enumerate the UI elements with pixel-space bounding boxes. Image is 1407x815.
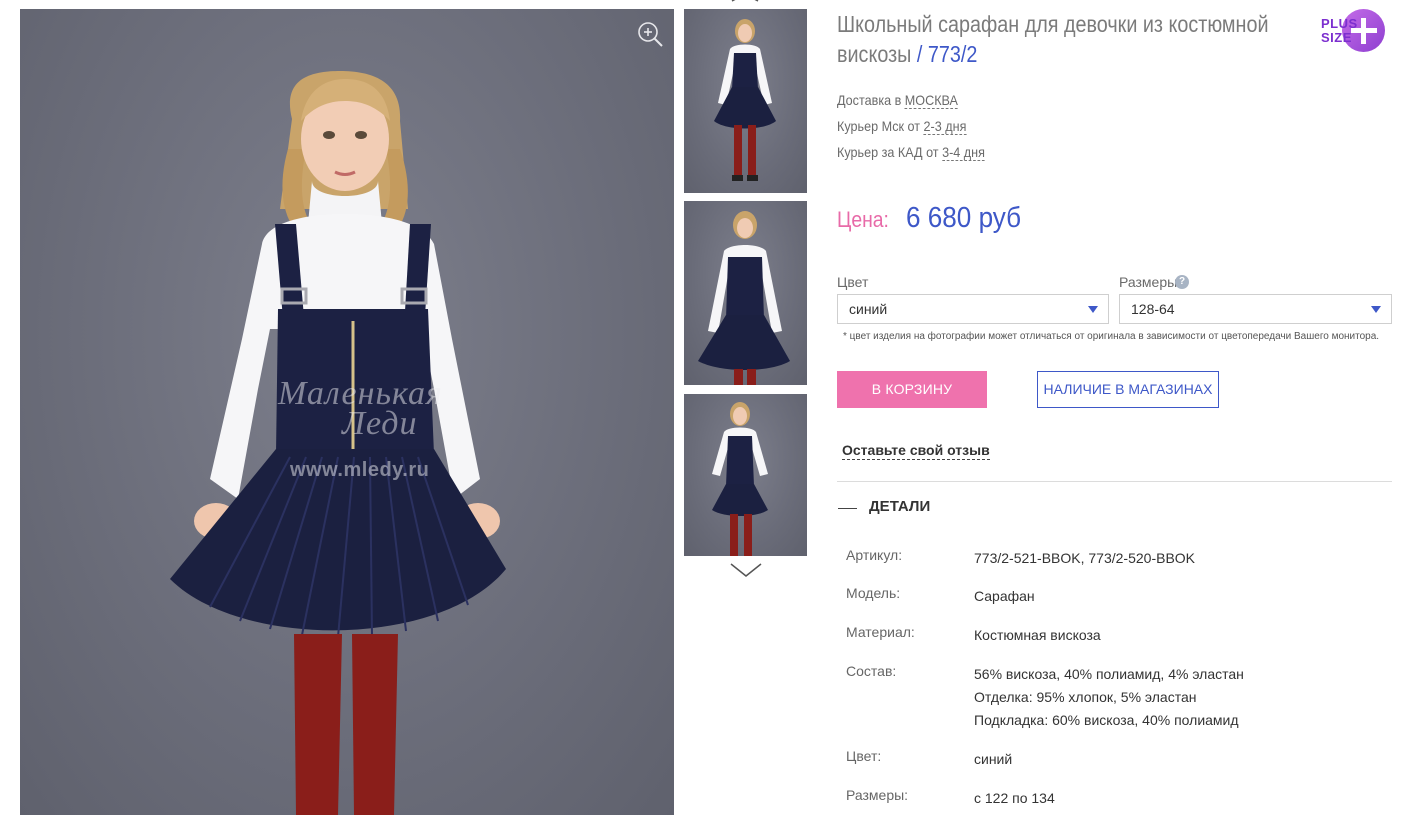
spec-value: Сарафан [974, 588, 1035, 604]
spec-value: Костюмная вискоза [974, 627, 1101, 643]
product-article-code: / 773/2 [916, 41, 978, 67]
caret-down-icon [1371, 306, 1381, 313]
plus-size-line1: PLUS [1321, 16, 1358, 31]
product-title-text: Школьный сарафан для девочки из костюмно… [837, 11, 1269, 67]
spec-key: Цвет: [846, 748, 882, 764]
delivery-city-link[interactable]: МОСКВА [904, 92, 958, 109]
thumbnail-1[interactable] [684, 9, 807, 193]
plus-size-badge[interactable]: PLUS SIZE [1318, 8, 1386, 54]
courier-msk-prefix: Курьер Мск от [837, 118, 921, 134]
leave-review-link[interactable]: Оставьте свой отзыв [842, 442, 990, 460]
details-header-text: ДЕТАЛИ [869, 498, 931, 515]
courier-msk-row: Курьер Мск от 2-3 дня [837, 113, 985, 139]
thumbnail-image [712, 402, 768, 556]
add-to-cart-button[interactable]: В КОРЗИНУ [837, 371, 987, 408]
spec-key: Артикул: [846, 547, 903, 563]
plus-icon-vertical [1361, 18, 1366, 44]
thumbnail-gallery [684, 0, 807, 590]
thumbnail-image [714, 19, 776, 181]
spec-key: Материал: [846, 624, 915, 640]
price-value: 6 680 руб [906, 202, 1022, 234]
zoom-in-icon[interactable] [636, 20, 664, 48]
spec-value: 56% вискоза, 40% полиамид, 4% эластан От… [974, 663, 1244, 732]
chevron-up-icon[interactable] [730, 0, 760, 2]
size-select-value: 128-64 [1131, 301, 1175, 317]
main-product-photo[interactable]: Маленькая Леди www.mledy.ru [20, 9, 674, 815]
delivery-info: Доставка в МОСКВА Курьер Мск от 2-3 дня … [837, 87, 1001, 165]
spec-key: Размеры: [846, 787, 909, 803]
composition-line-3: Подкладка: 60% вискоза, 40% полиамид [974, 712, 1239, 728]
help-icon[interactable]: ? [1175, 275, 1189, 289]
spec-value: с 122 по 134 [974, 790, 1055, 806]
thumbnail-3[interactable] [684, 394, 807, 556]
delivery-city-prefix: Доставка в [837, 92, 902, 108]
color-select-value: синий [849, 301, 888, 317]
color-disclaimer-note: * цвет изделия на фотографии может отлич… [843, 331, 1380, 342]
composition-line-2: Отделка: 95% хлопок, 5% эластан [974, 689, 1197, 705]
spec-key: Состав: [846, 663, 897, 679]
spec-key: Модель: [846, 585, 901, 601]
spec-value: синий [974, 751, 1013, 767]
store-availability-button[interactable]: НАЛИЧИЕ В МАГАЗИНАХ [1037, 371, 1219, 408]
chevron-down-icon[interactable] [730, 562, 762, 578]
courier-kad-prefix: Курьер за КАД от [837, 144, 939, 160]
courier-kad-row: Курьер за КАД от 3-4 дня [837, 139, 985, 165]
thumbnail-image [698, 211, 790, 385]
courier-msk-days-link[interactable]: 2-3 дня [923, 118, 967, 135]
plus-size-text: PLUS SIZE [1321, 17, 1358, 45]
price-label: Цена: [837, 207, 889, 232]
spec-value: 773/2-521-BBOK, 773/2-520-BBOK [974, 550, 1196, 566]
girl-in-sarafan-image [170, 71, 506, 815]
composition-line-1: 56% вискоза, 40% полиамид, 4% эластан [974, 666, 1244, 682]
product-title: Школьный сарафан для девочки из костюмно… [837, 9, 1306, 69]
section-divider [837, 481, 1392, 482]
size-select[interactable]: 128-64 [1119, 294, 1392, 324]
thumbnail-2[interactable] [684, 201, 807, 385]
plus-size-line2: SIZE [1321, 30, 1352, 45]
collapse-icon [838, 508, 857, 509]
color-select[interactable]: синий [837, 294, 1109, 324]
delivery-city-row: Доставка в МОСКВА [837, 87, 985, 113]
caret-down-icon [1088, 306, 1098, 313]
size-label: Размеры [1119, 274, 1178, 290]
color-label: Цвет [837, 274, 869, 290]
price-block: Цена: 6 680 руб [837, 202, 1034, 235]
courier-kad-days-link[interactable]: 3-4 дня [942, 144, 985, 161]
